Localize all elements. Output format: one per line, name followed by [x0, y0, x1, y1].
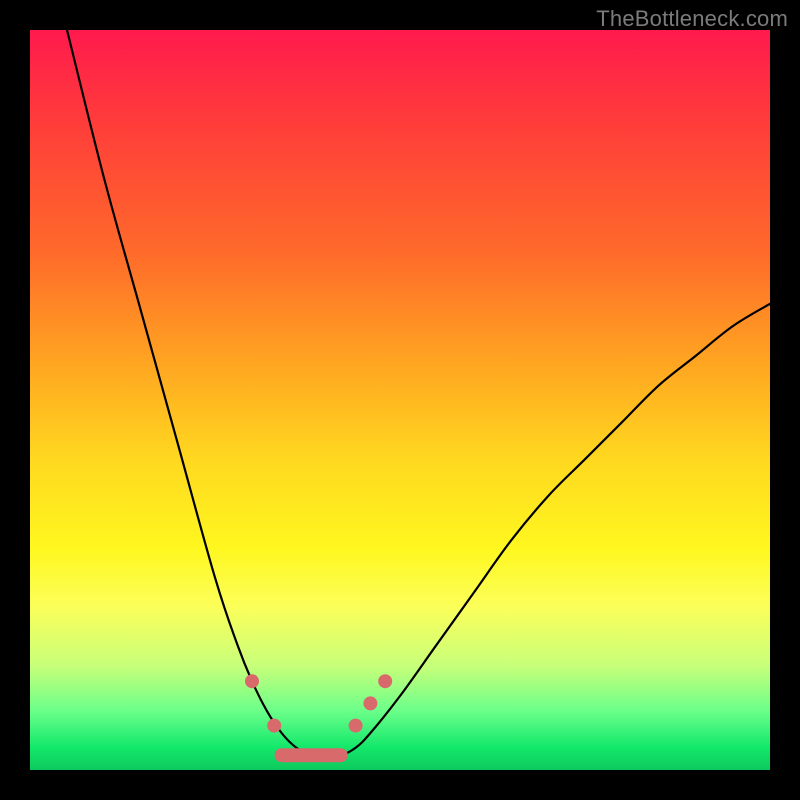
chart-frame: TheBottleneck.com [0, 0, 800, 800]
curve-svg [30, 30, 770, 770]
curve-marker [245, 674, 259, 688]
curve-marker [363, 696, 377, 710]
marker-group [245, 674, 392, 732]
curve-marker [267, 719, 281, 733]
curve-marker [349, 719, 363, 733]
bottleneck-curve [67, 30, 770, 756]
plot-area [30, 30, 770, 770]
watermark-text: TheBottleneck.com [596, 6, 788, 32]
curve-marker [378, 674, 392, 688]
